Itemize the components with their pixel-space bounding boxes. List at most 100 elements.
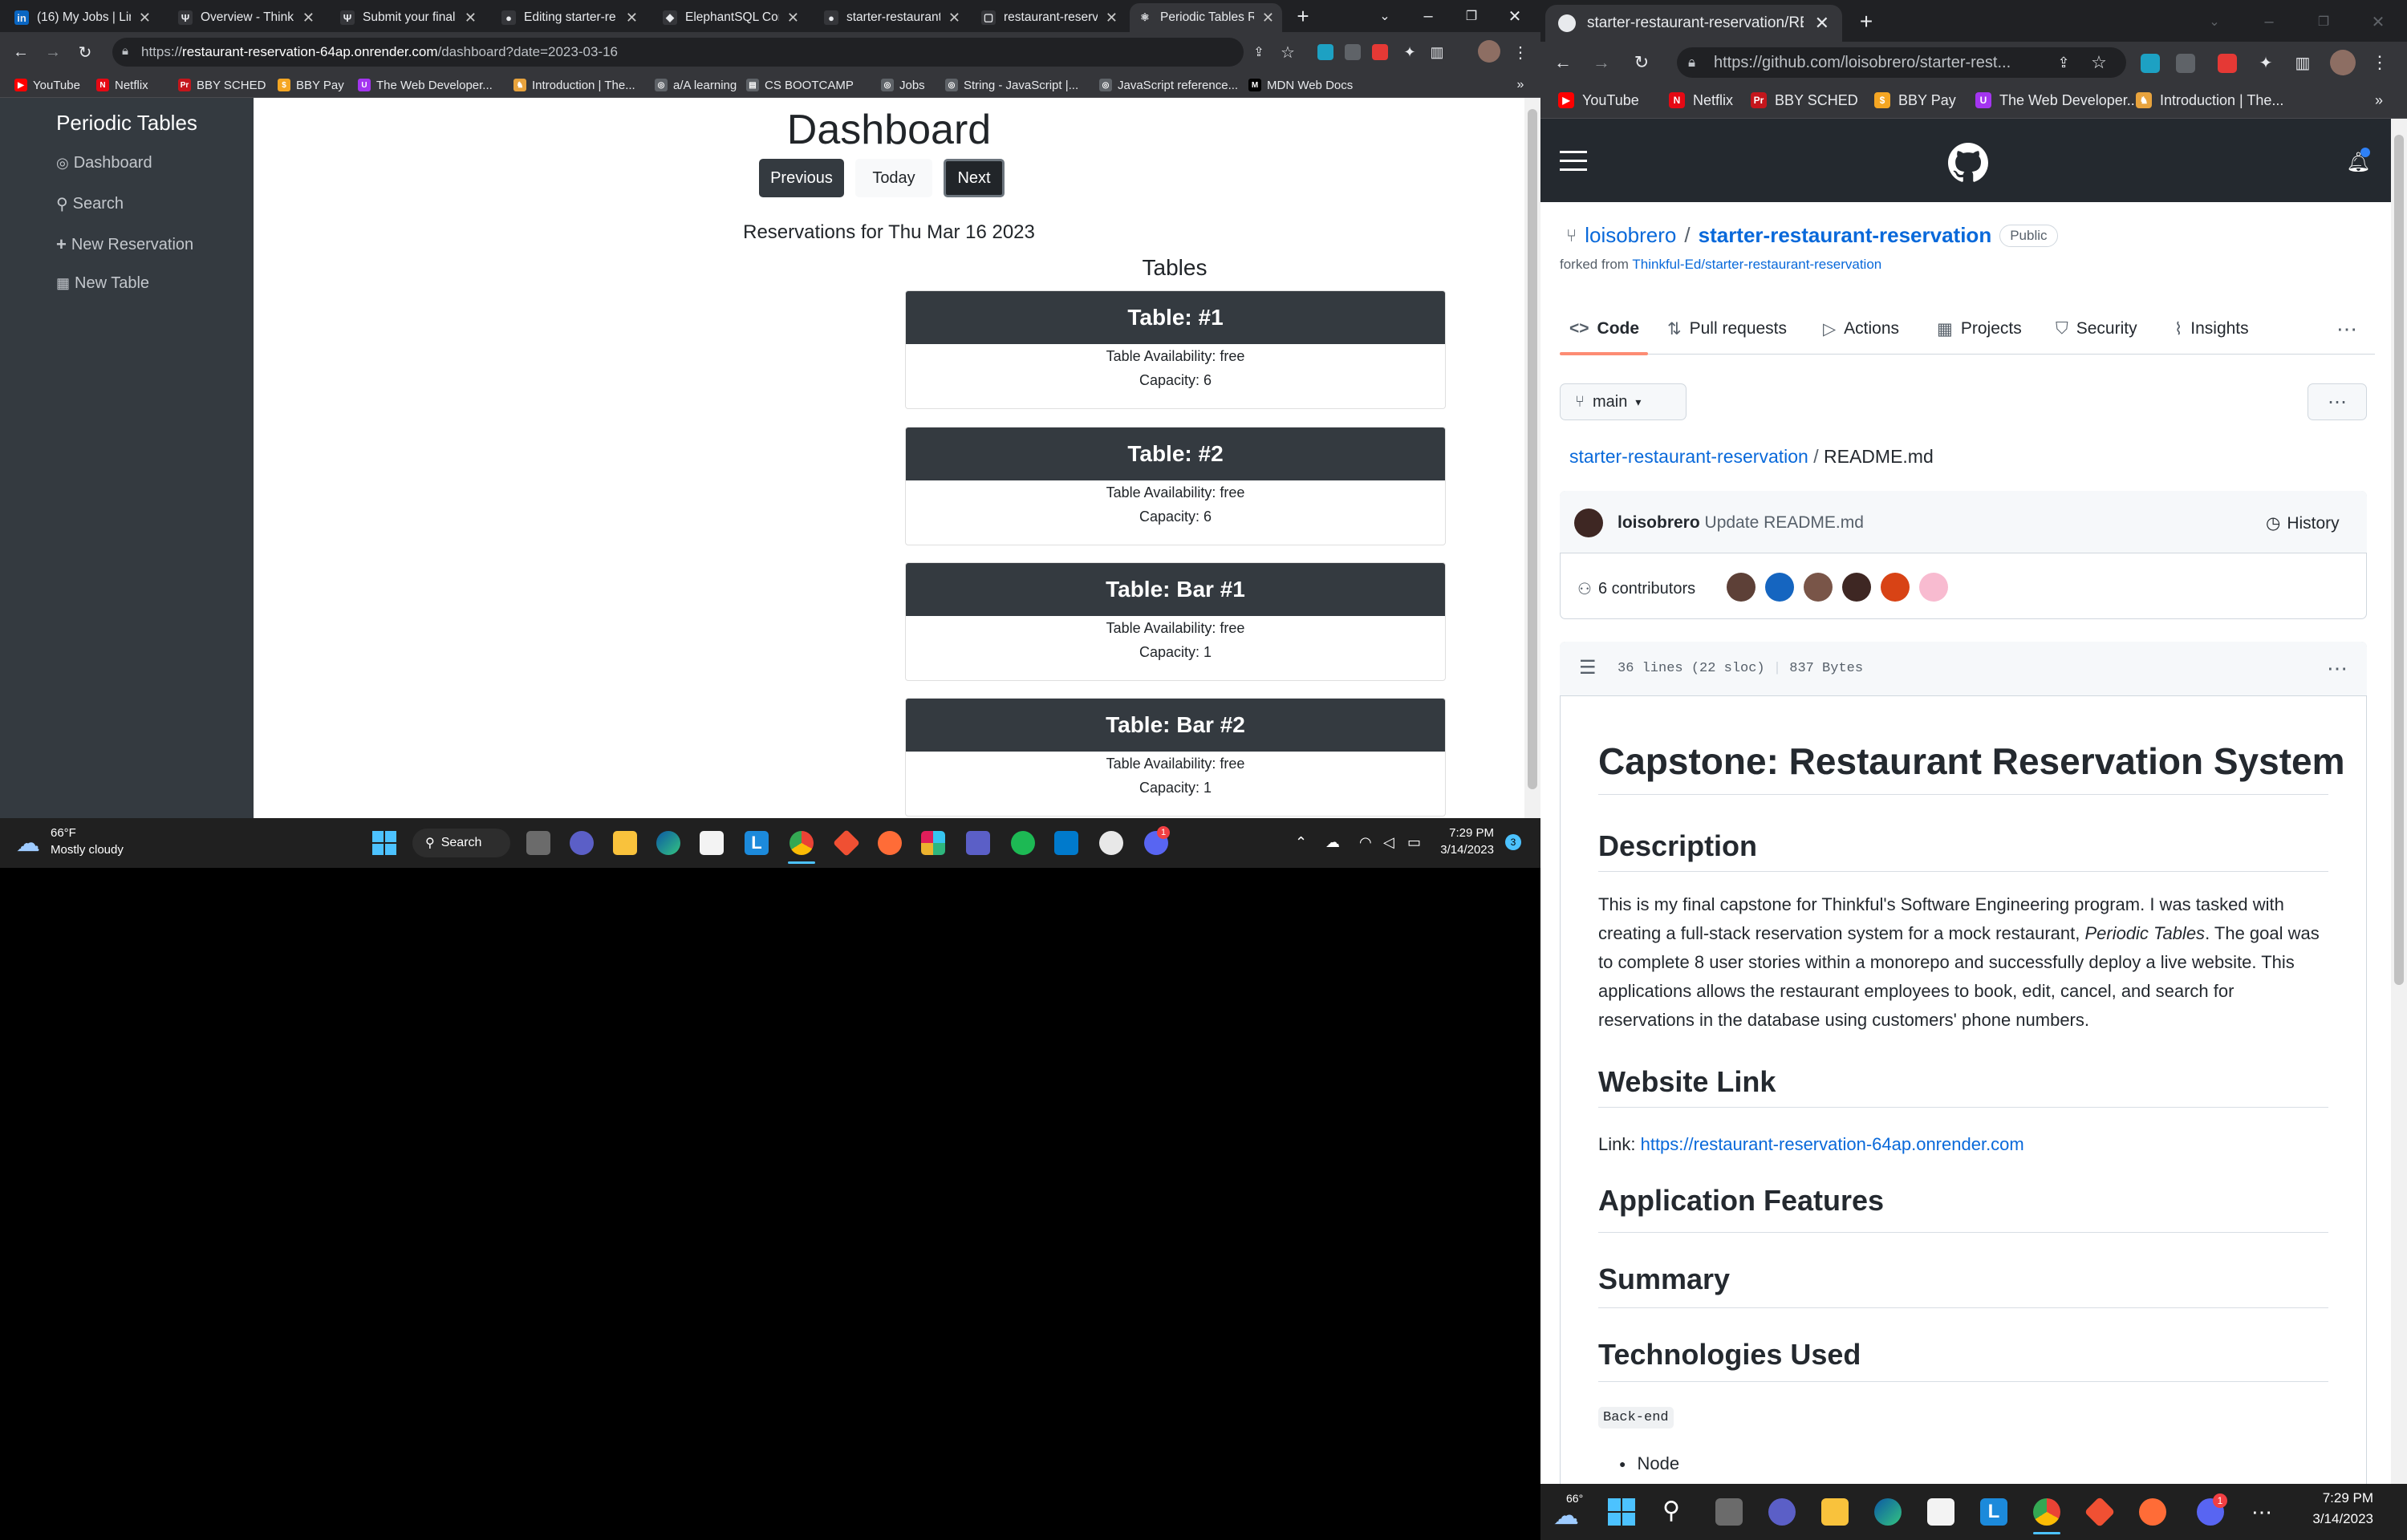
task-view-icon[interactable] (1715, 1498, 1743, 1526)
tab-code[interactable]: <> Code (1569, 313, 1639, 345)
chrome-icon[interactable] (2033, 1498, 2060, 1526)
edge-icon[interactable] (656, 831, 680, 855)
bookmark-item[interactable]: ◎ JavaScript reference... (1099, 76, 1238, 94)
nav-dashboard[interactable]: ◎ Dashboard (56, 154, 152, 172)
windows-start-icon[interactable] (1608, 1498, 1635, 1526)
profile-avatar[interactable] (2330, 50, 2356, 75)
weather-cloud-icon[interactable]: ☁ (16, 829, 40, 857)
puzzle-extensions-icon[interactable]: ✦ (2253, 50, 2279, 75)
browser-tab[interactable]: Ψ Submit your final ✕ (332, 3, 485, 32)
forked-from-link[interactable]: Thinkful-Ed/starter-restaurant-reservati… (1632, 257, 1881, 272)
bookmark-item[interactable]: Pr BBY SCHED (1751, 90, 1858, 111)
new-tab-button[interactable]: + (1287, 4, 1319, 28)
microsoft-store-icon[interactable] (1927, 1498, 1954, 1526)
file-actions-more-button[interactable]: ⋯ (2308, 383, 2367, 420)
avatar[interactable] (1804, 573, 1833, 602)
close-tab-icon[interactable]: ✕ (948, 10, 960, 26)
repo-owner-link[interactable]: loisobrero (1585, 223, 1676, 248)
avatar[interactable] (1881, 573, 1910, 602)
reload-icon[interactable]: ↻ (1627, 50, 1656, 75)
weather-temp[interactable]: 66° (1566, 1492, 1583, 1505)
back-arrow-icon[interactable]: ← (8, 40, 34, 64)
history-link[interactable]: ◷ History (2266, 513, 2340, 533)
close-tab-icon[interactable]: ✕ (787, 10, 799, 26)
bookmark-item[interactable]: M MDN Web Docs (1248, 76, 1353, 94)
volume-icon[interactable]: ◁ (1383, 834, 1394, 851)
edge-icon[interactable] (1874, 1498, 1902, 1526)
weather-description[interactable]: Mostly cloudy (51, 843, 124, 857)
extension-icon[interactable] (1317, 44, 1333, 60)
task-view-icon[interactable] (526, 831, 550, 855)
commit-message[interactable]: Update README.md (1705, 513, 1864, 532)
close-tab-icon[interactable]: ✕ (139, 10, 151, 26)
chrome-icon[interactable] (789, 831, 814, 855)
tab-search-chevron-icon[interactable]: ⌄ (2198, 8, 2230, 35)
chrome-menu-icon[interactable]: ⋮ (1508, 40, 1532, 64)
bookmarks-overflow-icon[interactable]: » (1508, 75, 1532, 95)
windows-start-icon[interactable] (372, 831, 396, 855)
avatar[interactable] (1919, 573, 1948, 602)
taskbar-search[interactable]: ⚲ Search (412, 829, 510, 857)
tab-security[interactable]: ⛉ Security (2056, 313, 2137, 345)
teams-icon[interactable] (966, 831, 990, 855)
postman-icon[interactable] (2139, 1498, 2166, 1526)
bookmark-item[interactable]: ▶ YouTube (14, 76, 80, 94)
breadcrumb-repo-link[interactable]: starter-restaurant-reservation (1569, 446, 1808, 467)
bookmarks-overflow-icon[interactable]: » (2367, 90, 2391, 111)
share-icon[interactable]: ⇪ (2051, 50, 2076, 75)
avatar[interactable] (1765, 573, 1794, 602)
close-tab-icon[interactable]: ✕ (302, 10, 315, 26)
reload-icon[interactable]: ↻ (72, 40, 98, 64)
app-brand[interactable]: Periodic Tables (0, 111, 254, 136)
microsoft-store-icon[interactable] (700, 831, 724, 855)
github-desktop-icon[interactable] (1099, 831, 1123, 855)
bookmark-item[interactable]: $ BBY Pay (278, 76, 344, 94)
bookmark-item[interactable]: ▶ YouTube (1558, 90, 1639, 111)
lexicon-app-icon[interactable]: L (1980, 1498, 2007, 1526)
close-tab-icon[interactable]: ✕ (626, 10, 638, 26)
right-active-tab[interactable]: starter-restaurant-reservation/RE ✕ (1545, 5, 1842, 42)
tab-search-chevron-icon[interactable]: ⌄ (1369, 5, 1401, 27)
lexicon-app-icon[interactable]: L (745, 831, 769, 855)
bookmark-item[interactable]: ▤ CS BOOTCAMP (746, 76, 854, 94)
slack-icon[interactable] (921, 831, 945, 855)
minimize-button[interactable]: – (1412, 5, 1444, 27)
chat-icon[interactable] (1768, 1498, 1796, 1526)
scrollbar-thumb[interactable] (2394, 135, 2404, 985)
today-button[interactable]: Today (855, 159, 932, 197)
bookmark-item[interactable]: ◎ String - JavaScript |... (945, 76, 1078, 94)
side-panel-icon[interactable]: ▥ (2290, 50, 2316, 75)
tab-pull-requests[interactable]: ⇅ Pull requests (1667, 313, 1787, 345)
close-tab-icon[interactable]: ✕ (465, 10, 477, 26)
browser-tab[interactable]: ◆ ElephantSQL Con ✕ (655, 3, 807, 32)
bookmark-star-icon[interactable]: ☆ (2086, 50, 2112, 75)
browser-tab[interactable]: ⚛ Periodic Tables Re ✕ (1130, 3, 1282, 32)
clock-time[interactable]: 7:29 PM (1441, 826, 1494, 840)
forward-arrow-icon[interactable]: → (40, 40, 66, 64)
bookmark-item[interactable]: U The Web Developer... (358, 76, 493, 94)
previous-button[interactable]: Previous (759, 159, 844, 197)
extension-icon[interactable] (2176, 54, 2195, 73)
share-icon[interactable]: ⇪ (1247, 40, 1271, 64)
restore-button[interactable]: ❐ (2308, 8, 2340, 35)
bookmark-item[interactable]: $ BBY Pay (1874, 90, 1956, 111)
nav-search[interactable]: ⚲ Search (56, 194, 124, 214)
chat-icon[interactable] (570, 831, 594, 855)
bookmark-item[interactable]: N Netflix (96, 76, 148, 94)
bookmark-item[interactable]: N Netflix (1669, 90, 1733, 111)
browser-tab[interactable]: in (16) My Jobs | Lin ✕ (6, 3, 159, 32)
extension-icon[interactable] (1372, 44, 1388, 60)
weather-temp[interactable]: 66°F (51, 826, 76, 840)
github-logo-icon[interactable] (1948, 143, 1988, 183)
browser-tab[interactable]: ● Editing starter-re ✕ (493, 3, 646, 32)
browser-tab[interactable]: Ψ Overview - Think ✕ (170, 3, 323, 32)
wifi-icon[interactable]: ◠ (1359, 834, 1372, 851)
extension-icon[interactable] (2218, 54, 2237, 73)
battery-icon[interactable]: ▭ (1407, 834, 1421, 851)
search-icon[interactable]: ⚲ (1662, 1497, 1680, 1525)
tab-insights[interactable]: ⌇ Insights (2174, 313, 2249, 345)
postman-icon[interactable] (878, 831, 902, 855)
hamburger-menu-icon[interactable] (1560, 149, 1589, 173)
tab-actions[interactable]: ▷ Actions (1823, 313, 1899, 345)
repo-name-link[interactable]: starter-restaurant-reservation (1699, 223, 1992, 248)
